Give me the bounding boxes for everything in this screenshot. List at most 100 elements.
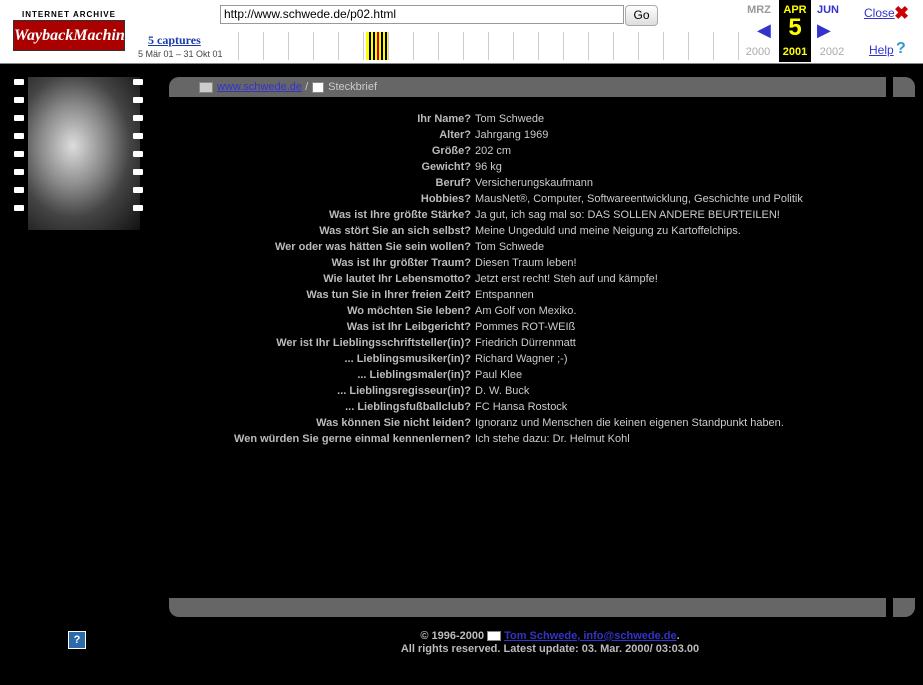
profile-row: ... Lieblingsregisseur(in)? D. W. Buck xyxy=(169,383,886,399)
breadcrumb-current: Steckbrief xyxy=(328,81,378,93)
profile-answer: Meine Ungeduld und meine Neigung zu Kart… xyxy=(475,225,741,237)
profile-answer: 202 cm xyxy=(475,145,512,157)
logo-top-text: INTERNET ARCHIVE xyxy=(22,10,116,19)
profile-row: Was tun Sie in Ihrer freien Zeit? Entspan… xyxy=(169,287,886,303)
profile-row: Was ist Ihr Leibgericht? Pommes ROT-WEIß xyxy=(169,319,886,335)
profile-question: Wer ist Ihr Lieblingsschriftsteller(in)? xyxy=(276,337,471,349)
profile-answer: Pommes ROT-WEIß xyxy=(475,321,576,333)
url-input[interactable]: http://www.schwede.de/p02.html xyxy=(220,5,624,24)
profile-question: Was stört Sie an sich selbst? xyxy=(319,225,471,237)
film-hole xyxy=(14,133,24,139)
film-hole xyxy=(133,115,143,121)
film-hole xyxy=(14,115,24,121)
help-link[interactable]: Help xyxy=(869,43,894,57)
profile-question: Gewicht? xyxy=(421,161,471,173)
sparkline-tick xyxy=(369,32,371,60)
profile-answer: Ich stehe dazu: Dr. Helmut Kohl xyxy=(475,433,630,445)
profile-answer: Am Golf von Mexiko. xyxy=(475,305,577,317)
profile-row: Was ist Ihr größter Traum? Diesen Traum l… xyxy=(169,255,886,271)
profile-answer: Friedrich Dürrenmatt xyxy=(475,337,576,349)
profile-question: Wie lautet Ihr Lebensmotto? xyxy=(323,273,471,285)
go-button[interactable]: Go xyxy=(625,5,658,26)
profile-question: Was ist Ihr größter Traum? xyxy=(331,257,471,269)
profile-row: Was können Sie nicht leiden? Ignoranz und… xyxy=(169,415,886,431)
document-icon xyxy=(312,81,325,93)
portrait-photo xyxy=(28,77,140,230)
profile-row: Beruf? Versicherungskaufmann xyxy=(169,175,886,191)
sparkline-tick xyxy=(377,32,379,60)
close-link[interactable]: Close xyxy=(864,6,895,20)
profile-question: Hobbies? xyxy=(420,193,471,205)
profile-row: Wo möchten Sie leben? Am Golf von Mexiko. xyxy=(169,303,886,319)
left-arrow-icon[interactable]: ◀ xyxy=(757,20,771,41)
profile-answer: Jahrgang 1969 xyxy=(475,129,549,141)
profile-question: Was können Sie nicht leiden? xyxy=(316,417,471,429)
prev-month[interactable]: MRZ xyxy=(741,4,777,16)
profile-answer: 96 kg xyxy=(475,161,502,173)
film-hole xyxy=(14,97,24,103)
profile-answer: Ja gut, ich sag mal so: DAS SOLLEN ANDER… xyxy=(475,209,780,221)
profile-answer: MausNet®, Computer, Softwareentwicklung,… xyxy=(475,193,803,205)
breadcrumb-home-link[interactable]: www.schwede.de xyxy=(217,81,302,93)
folder-icon xyxy=(199,81,213,93)
profile-question: Wer oder was hätten Sie sein wollen? xyxy=(274,241,471,253)
profile-row: Was ist Ihre größte Stärke? Ja gut, ich s… xyxy=(169,207,886,223)
film-hole xyxy=(133,187,143,193)
profile-row: ... Lieblingsfußballclub? FC Hansa Rostoc… xyxy=(169,399,886,415)
breadcrumb: www.schwede.de / Steckbrief xyxy=(199,79,377,95)
capture-sparkline[interactable] xyxy=(238,32,741,60)
profile-answer: Tom Schwede xyxy=(475,241,545,253)
prev-year: 2000 xyxy=(745,46,771,58)
film-strip-photo xyxy=(12,77,150,230)
profile-answer: Versicherungskaufmann xyxy=(475,177,594,189)
captures-link[interactable]: 5 captures xyxy=(148,33,201,48)
profile-row: Hobbies? MausNet®, Computer, Softwareentw… xyxy=(169,191,886,207)
profile-answer: Ignoranz und Menschen die keinen eigenen… xyxy=(475,417,784,429)
right-arrow-icon[interactable]: ▶ xyxy=(817,20,831,41)
profile-question: ... Lieblingsmaler(in)? xyxy=(357,369,471,381)
profile-row: Wer oder was hätten Sie sein wollen? Tom … xyxy=(169,239,886,255)
profile-row: Größe? 202 cm xyxy=(169,143,886,159)
rights-text: All rights reserved. Latest update: 03. … xyxy=(400,643,700,655)
profile-answer: FC Hansa Rostock xyxy=(475,401,568,413)
wayback-toolbar: INTERNET ARCHIVE WaybackMachine http://w… xyxy=(0,0,923,64)
film-hole xyxy=(14,205,24,211)
profile-question: Beruf? xyxy=(435,177,471,189)
profile-row: Wie lautet Ihr Lebensmotto? Jetzt erst re… xyxy=(169,271,886,287)
wayback-logo[interactable]: INTERNET ARCHIVE WaybackMachine xyxy=(13,9,132,51)
profile-answer: Jetzt erst recht! Steh auf und kämpfe! xyxy=(475,273,658,285)
profile-row: Wer ist Ihr Lieblingsschriftsteller(in)?… xyxy=(169,335,886,351)
current-year: 2001 xyxy=(782,46,808,58)
profile-question: ... Lieblingsregisseur(in)? xyxy=(337,385,471,397)
question-icon[interactable]: ? xyxy=(896,40,906,58)
film-hole xyxy=(14,187,24,193)
help-box-icon[interactable]: ? xyxy=(68,631,86,649)
capture-range: 5 Mär 01 – 31 Okt 01 xyxy=(138,49,223,59)
profile-row: Gewicht? 96 kg xyxy=(169,159,886,175)
profile-row: Ihr Name? Tom Schwede xyxy=(169,111,886,127)
profile-question: Was tun Sie in Ihrer freien Zeit? xyxy=(306,289,471,301)
footer: © 1996-2000 Tom Schwede, info@schwede.de.… xyxy=(300,630,800,656)
current-day: 5 xyxy=(788,14,802,41)
film-hole xyxy=(133,97,143,103)
profile-question: Was ist Ihre größte Stärke? xyxy=(328,209,471,221)
profile-answer: D. W. Buck xyxy=(475,385,530,397)
film-hole xyxy=(14,169,24,175)
profile-row: Wen würden Sie gerne einmal kennenlernen… xyxy=(169,431,886,447)
profile-question: ... Lieblingsfußballclub? xyxy=(345,401,471,413)
profile-question: Wo möchten Sie leben? xyxy=(347,305,471,317)
profile-question: ... Lieblingsmusiker(in)? xyxy=(344,353,471,365)
profile-question: Alter? xyxy=(439,129,471,141)
film-hole xyxy=(133,169,143,175)
frame-bottom-bar xyxy=(169,598,886,617)
frame-bottom-bar-end xyxy=(893,598,915,617)
film-hole xyxy=(14,79,24,85)
author-email-link[interactable]: Tom Schwede, info@schwede.de xyxy=(504,630,677,642)
profile-answer: Diesen Traum leben! xyxy=(475,257,577,269)
close-x-icon[interactable]: ✖ xyxy=(894,3,909,24)
profile-question: Ihr Name? xyxy=(417,113,471,125)
next-month[interactable]: JUN xyxy=(810,4,846,16)
film-hole xyxy=(14,151,24,157)
sparkline-tick xyxy=(381,32,383,60)
copyright-text: © 1996-2000 xyxy=(420,630,485,642)
